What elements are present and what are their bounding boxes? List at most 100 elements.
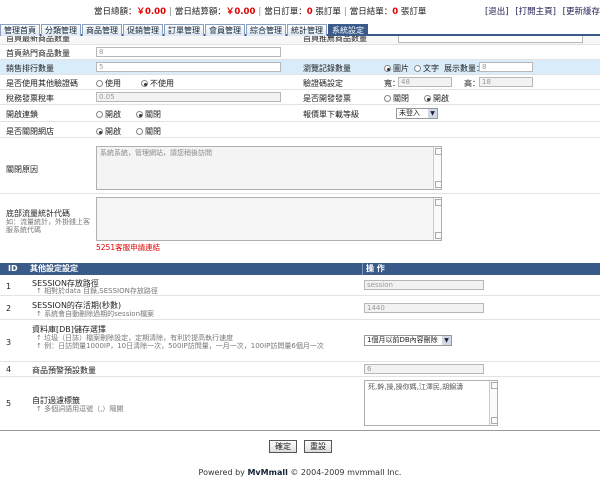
sales-rank-label: 銷售排行數量 <box>6 64 54 73</box>
logout-link[interactable]: [退出] <box>485 7 509 17</box>
top-stats-bar: 當日總額：￥0.00 | 當日結算額：￥0.00 | 當日訂單：0 張訂單 | 當日結單：0… <box>0 0 600 24</box>
recommended-count-label: 首頁推薦商品數量 <box>303 36 367 43</box>
tax-rate-label: 稅務發票稅率 <box>6 94 54 103</box>
radio-invoice-open-icon <box>424 95 431 102</box>
radio-invoice-close-icon <box>384 95 391 102</box>
browse-opt-image-label: 圖片 <box>393 64 409 73</box>
service-apply-link[interactable]: 5251客服申請連結 <box>96 242 160 253</box>
other-captcha-label: 是否使用其他驗證碼 <box>6 79 78 88</box>
row-id: 2 <box>6 304 12 313</box>
session-lifetime-input[interactable]: 1440 <box>364 303 484 313</box>
update-cache-link[interactable]: [更新緩存 <box>563 7 600 17</box>
captcha-opt-use[interactable]: 使用 <box>96 78 121 89</box>
tab-system-settings[interactable]: 系統設定 <box>328 24 368 36</box>
col-setting: 其他設定設定 <box>30 264 78 273</box>
close-shop-opt-close[interactable]: 關閉 <box>136 126 161 137</box>
chain-opt-close-label: 關閉 <box>145 110 161 119</box>
captcha-opt-nouse-label: 不使用 <box>150 79 174 88</box>
brand-logo: MvMmall <box>247 468 288 477</box>
row-id: 1 <box>6 282 12 291</box>
row-hint: ↑ 相對於data 目錄,SESSION存放路徑 <box>36 287 158 295</box>
radio-image-icon <box>384 65 391 72</box>
setting-row-footer-code: 底部流量統計代碼 如：流量統計，外掛錢上客服系統代碼 5251客服申請連結 <box>0 194 600 254</box>
today-orders-unit: 張訂單 <box>315 7 341 17</box>
quote-level-label: 報價單下載等級 <box>303 110 359 119</box>
setting-row-captcha: 是否使用其他驗證碼 使用 不使用 驗證碼設定 寬： 48 高： 18 <box>0 75 600 90</box>
tax-rate-input[interactable]: 0.05 <box>96 92 281 102</box>
quote-level-select[interactable]: 未登入 ▼ <box>396 108 438 119</box>
chevron-down-icon: ▼ <box>442 336 451 345</box>
captcha-width-input[interactable]: 48 <box>398 77 452 87</box>
recommended-count-input[interactable] <box>398 36 583 43</box>
tab-category[interactable]: 分類管理 <box>41 24 81 36</box>
table-row: 4 商品預警預設數量 6 <box>0 362 600 377</box>
chain-opt-close[interactable]: 關閉 <box>136 109 161 120</box>
setting-row-latest: 首頁最新商品數量 首頁推薦商品數量 <box>0 36 600 45</box>
db-cleanup-select[interactable]: 1個月以前DB內容刪除 ▼ <box>364 335 452 346</box>
captcha-height-input[interactable]: 18 <box>479 77 533 87</box>
invoice-opt-open[interactable]: 開啟 <box>424 93 449 104</box>
setting-row-close-shop: 是否關閉網店 開啟 關閉 <box>0 122 600 138</box>
row-title: 商品預警預設數量 <box>32 366 96 375</box>
captcha-opt-nouse[interactable]: 不使用 <box>141 78 174 89</box>
table-row: 2 SESSION的存活期(秒數) ↑ 系統會自動刪除過期的session檔案 … <box>0 296 600 320</box>
row-hint: ↑ 系統會自動刪除過期的session檔案 <box>36 310 155 318</box>
stock-warning-input[interactable]: 6 <box>364 364 484 374</box>
footer-copyright: © 2004-2009 mvmmall Inc. <box>290 468 402 477</box>
scrollbar[interactable] <box>489 381 498 425</box>
footer-prefix: Powered by <box>198 468 245 477</box>
invoice-opt-close[interactable]: 關閉 <box>384 93 409 104</box>
browse-opt-text[interactable]: 文字 <box>414 63 439 74</box>
other-settings-header: ID 其他設定設定 操 作 <box>0 263 600 275</box>
filter-tags-textarea[interactable]: 死,幹,操,操你媽,江澤民,胡錦濤 <box>364 380 498 426</box>
browse-opt-text-label: 文字 <box>423 64 439 73</box>
browse-history-label: 瀏覽記錄數量 <box>303 64 351 73</box>
scrollbar[interactable] <box>433 198 442 240</box>
session-path-input[interactable]: session <box>364 280 484 290</box>
tab-products[interactable]: 商品管理 <box>82 24 122 36</box>
reset-button[interactable]: 重設 <box>304 440 332 453</box>
today-closed-label: 當日結單： <box>349 7 393 17</box>
today-closed-value: 0 <box>392 7 399 17</box>
invoice-label: 是否開發發票 <box>303 94 351 103</box>
today-settled-value: ￥0.00 <box>225 7 256 17</box>
close-reason-textarea[interactable]: 系統系統，管理網站，請您稍後訪問 <box>96 146 442 190</box>
today-total-label: 當日總額： <box>94 7 137 17</box>
tab-admin-home[interactable]: 管理首頁 <box>0 24 40 36</box>
scrollbar[interactable] <box>433 147 442 189</box>
footer-code-textarea[interactable] <box>96 197 442 241</box>
table-row: 5 自訂過濾標籤 ↑ 多個詞語用逗號（,）隔開 死,幹,操,操你媽,江澤民,胡錦… <box>0 377 600 431</box>
today-settled-label: 當日結算額： <box>174 7 226 17</box>
show-count-input[interactable]: 8 <box>479 62 533 72</box>
row-hint: ↑ 多個詞語用逗號（,）隔開 <box>36 405 124 413</box>
captcha-opt-use-label: 使用 <box>105 79 121 88</box>
radio-chain-open-icon <box>96 111 103 118</box>
radio-text-icon <box>414 65 421 72</box>
sales-rank-input[interactable]: 5 <box>96 62 281 72</box>
hot-count-input[interactable]: 8 <box>96 47 281 57</box>
setting-row-sales-rank: 銷售排行數量 5 瀏覽記錄數量 圖片 文字 展示數量： 8 <box>0 60 600 75</box>
table-row: 1 SESSION存放路徑 ↑ 相對於data 目錄,SESSION存放路徑 s… <box>0 275 600 296</box>
quote-level-value: 未登入 <box>399 109 420 117</box>
tab-members[interactable]: 會員管理 <box>205 24 245 36</box>
confirm-button[interactable]: 確定 <box>269 440 297 453</box>
tab-orders[interactable]: 訂單管理 <box>164 24 204 36</box>
setting-row-tax: 稅務發票稅率 0.05 是否開發發票 關閉 開啟 <box>0 90 600 105</box>
tab-statistics[interactable]: 統計管理 <box>287 24 327 36</box>
radio-shop-close-icon <box>136 128 143 135</box>
radio-nouse-icon <box>141 80 148 87</box>
close-shop-opt-open[interactable]: 開啟 <box>96 126 121 137</box>
browse-opt-image[interactable]: 圖片 <box>384 63 409 74</box>
row-id: 4 <box>6 365 12 374</box>
tab-general[interactable]: 綜合管理 <box>246 24 286 36</box>
open-home-link[interactable]: [打開主頁] <box>515 7 556 17</box>
radio-chain-close-icon <box>136 111 143 118</box>
setting-row-hot: 首頁熱門商品數量 8 <box>0 45 600 60</box>
close-reason-label: 關閉原因 <box>6 165 38 174</box>
main-nav: 管理首頁 分類管理 商品管理 促銷管理 訂單管理 會員管理 綜合管理 統計管理 系統設定 <box>0 24 600 36</box>
chain-opt-open[interactable]: 開啟 <box>96 109 121 120</box>
latest-count-label: 首頁最新商品數量 <box>6 36 70 43</box>
tab-promotions[interactable]: 促銷管理 <box>123 24 163 36</box>
today-total-value: ￥0.00 <box>136 7 166 17</box>
chain-opt-open-label: 開啟 <box>105 110 121 119</box>
